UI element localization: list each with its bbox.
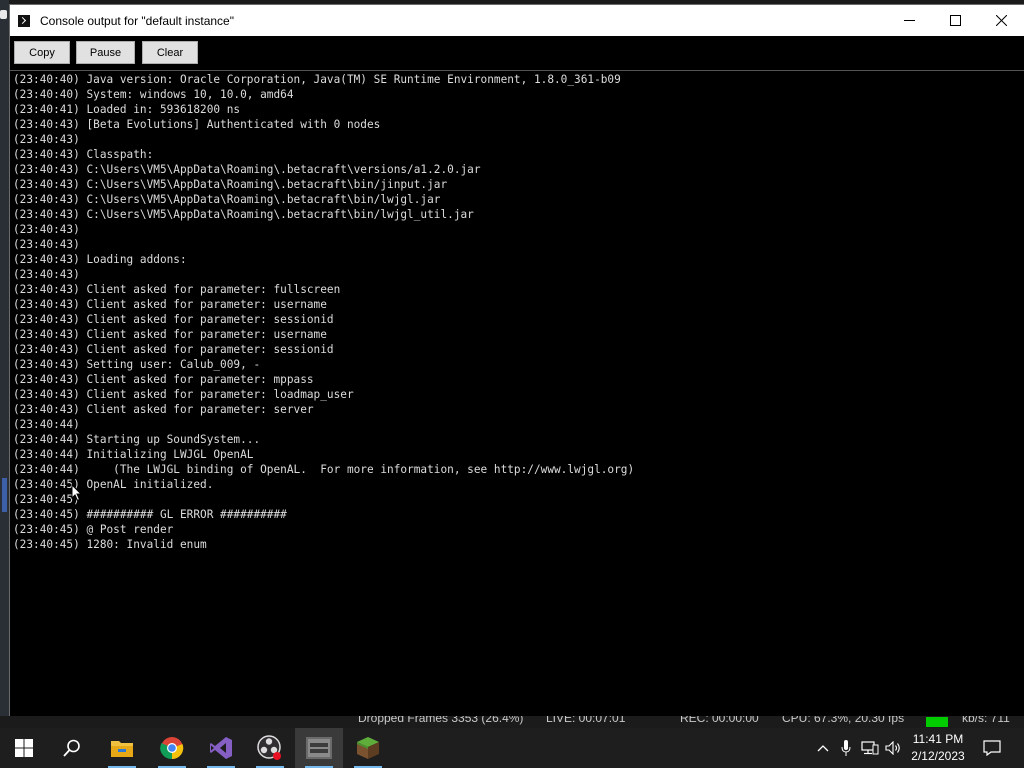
console-line: (23:40:43) C:\Users\VM5\AppData\Roaming\… bbox=[13, 163, 481, 176]
console-window: Console output for "default instance" Co… bbox=[9, 4, 1024, 717]
clear-button[interactable]: Clear bbox=[142, 41, 198, 64]
file-explorer-button[interactable] bbox=[98, 728, 146, 768]
rec-time-text: REC: 00:00:00 bbox=[680, 716, 759, 725]
bitrate-text: kb/s: 711 bbox=[962, 716, 1010, 725]
console-line: (23:40:43) C:\Users\VM5\AppData\Roaming\… bbox=[13, 178, 448, 191]
console-line: (23:40:43) Client asked for parameter: l… bbox=[13, 388, 354, 401]
close-button[interactable] bbox=[978, 5, 1024, 36]
console-line: (23:40:41) Loaded in: 593618200 ns bbox=[13, 103, 241, 116]
console-line: (23:40:43) Client asked for parameter: u… bbox=[13, 298, 327, 311]
window-title: Console output for "default instance" bbox=[40, 13, 234, 28]
console-icon bbox=[18, 14, 30, 27]
microphone-icon bbox=[841, 740, 851, 756]
console-line: (23:40:45) bbox=[13, 493, 80, 506]
pause-button[interactable]: Pause bbox=[76, 41, 135, 64]
console-line: (23:40:43) bbox=[13, 268, 80, 281]
clock-date: 2/12/2023 bbox=[911, 749, 965, 763]
obs-button[interactable] bbox=[246, 728, 294, 768]
chrome-button[interactable] bbox=[148, 728, 196, 768]
desktop-selection-fragment bbox=[2, 478, 7, 512]
desktop-background bbox=[0, 0, 9, 728]
network-tray-button[interactable] bbox=[859, 728, 881, 768]
title-bar[interactable]: Console output for "default instance" bbox=[10, 5, 1024, 36]
console-line: (23:40:44) Initializing LWJGL OpenAL bbox=[13, 448, 254, 461]
console-line: (23:40:43) Setting user: Calub_009, - bbox=[13, 358, 261, 371]
show-hidden-icons-button[interactable] bbox=[812, 728, 834, 768]
console-line: (23:40:44) bbox=[13, 418, 80, 431]
console-line: (23:40:43) C:\Users\VM5\AppData\Roaming\… bbox=[13, 208, 474, 221]
console-line: (23:40:43) C:\Users\VM5\AppData\Roaming\… bbox=[13, 193, 441, 206]
console-line: (23:40:43) Client asked for parameter: u… bbox=[13, 328, 327, 341]
taskbar: 11:41 PM 2/12/2023 bbox=[0, 728, 1024, 768]
obs-status-bar: Dropped Frames 3353 (26.4%) LIVE: 00:07:… bbox=[0, 716, 1024, 728]
console-line: (23:40:45) ########## GL ERROR #########… bbox=[13, 508, 287, 521]
dropped-frames-text: Dropped Frames 3353 (26.4%) bbox=[358, 716, 524, 725]
copy-button[interactable]: Copy bbox=[14, 41, 70, 64]
console-line: (23:40:44) Starting up SoundSystem... bbox=[13, 433, 261, 446]
minimize-button[interactable] bbox=[886, 5, 932, 36]
console-line: (23:40:40) Java version: Oracle Corporat… bbox=[13, 73, 621, 86]
console-toolbar: Copy Pause Clear bbox=[10, 36, 1024, 69]
start-button[interactable] bbox=[0, 728, 48, 768]
console-line: (23:40:43) Client asked for parameter: f… bbox=[13, 283, 341, 296]
close-icon bbox=[995, 15, 1007, 26]
pointer-icon bbox=[71, 484, 83, 502]
live-time-text: LIVE: 00:07:01 bbox=[546, 716, 626, 725]
console-line: (23:40:40) System: windows 10, 10.0, amd… bbox=[13, 88, 294, 101]
minimize-icon bbox=[903, 20, 915, 21]
visual-studio-button[interactable] bbox=[197, 728, 245, 768]
console-output[interactable]: (23:40:40) Java version: Oracle Corporat… bbox=[10, 70, 1024, 717]
console-line: (23:40:43) bbox=[13, 133, 80, 146]
clock-time: 11:41 PM bbox=[912, 732, 964, 746]
visual-studio-icon bbox=[210, 737, 232, 759]
notification-icon bbox=[983, 740, 1001, 756]
console-line: (23:40:43) bbox=[13, 238, 80, 251]
network-icon bbox=[861, 741, 879, 755]
console-line: (23:40:43) Client asked for parameter: s… bbox=[13, 343, 334, 356]
maximize-icon bbox=[949, 15, 961, 26]
action-center-button[interactable] bbox=[978, 728, 1006, 768]
minecraft-button[interactable] bbox=[344, 728, 392, 768]
speaker-icon bbox=[885, 741, 900, 755]
stream-health-indicator bbox=[926, 717, 948, 727]
minecraft-icon bbox=[357, 737, 379, 759]
console-line: (23:40:43) [Beta Evolutions] Authenticat… bbox=[13, 118, 381, 131]
volume-tray-button[interactable] bbox=[883, 728, 905, 768]
console-line: (23:40:45) @ Post render bbox=[13, 523, 174, 536]
console-line: (23:40:45) 1280: Invalid enum bbox=[13, 538, 207, 551]
chrome-icon bbox=[160, 737, 184, 760]
console-line: (23:40:45) OpenAL initialized. bbox=[13, 478, 214, 491]
cpu-fps-text: CPU: 67.3%, 20.30 fps bbox=[782, 716, 905, 725]
console-line: (23:40:43) bbox=[13, 223, 80, 236]
desktop-icon-fragment bbox=[0, 10, 7, 19]
maximize-button[interactable] bbox=[932, 5, 978, 36]
file-explorer-icon bbox=[111, 741, 133, 757]
betacraft-launcher-icon bbox=[306, 737, 332, 759]
search-button[interactable] bbox=[48, 728, 96, 768]
console-line: (23:40:43) Client asked for parameter: m… bbox=[13, 373, 314, 386]
microphone-tray-button[interactable] bbox=[836, 728, 856, 768]
obs-icon bbox=[257, 735, 281, 760]
windows-start-icon bbox=[15, 739, 33, 757]
console-line: (23:40:43) Classpath: bbox=[13, 148, 154, 161]
console-line: (23:40:43) Client asked for parameter: s… bbox=[13, 403, 314, 416]
system-clock[interactable]: 11:41 PM 2/12/2023 bbox=[906, 731, 970, 765]
console-line: (23:40:43) Client asked for parameter: s… bbox=[13, 313, 334, 326]
search-icon bbox=[63, 739, 80, 757]
chevron-up-icon bbox=[817, 745, 829, 752]
console-line: (23:40:43) Loading addons: bbox=[13, 253, 187, 266]
console-lines: (23:40:40) Java version: Oracle Corporat… bbox=[13, 72, 634, 552]
betacraft-launcher-button[interactable] bbox=[295, 728, 343, 768]
console-line: (23:40:44) (The LWJGL binding of OpenAL.… bbox=[13, 463, 635, 476]
